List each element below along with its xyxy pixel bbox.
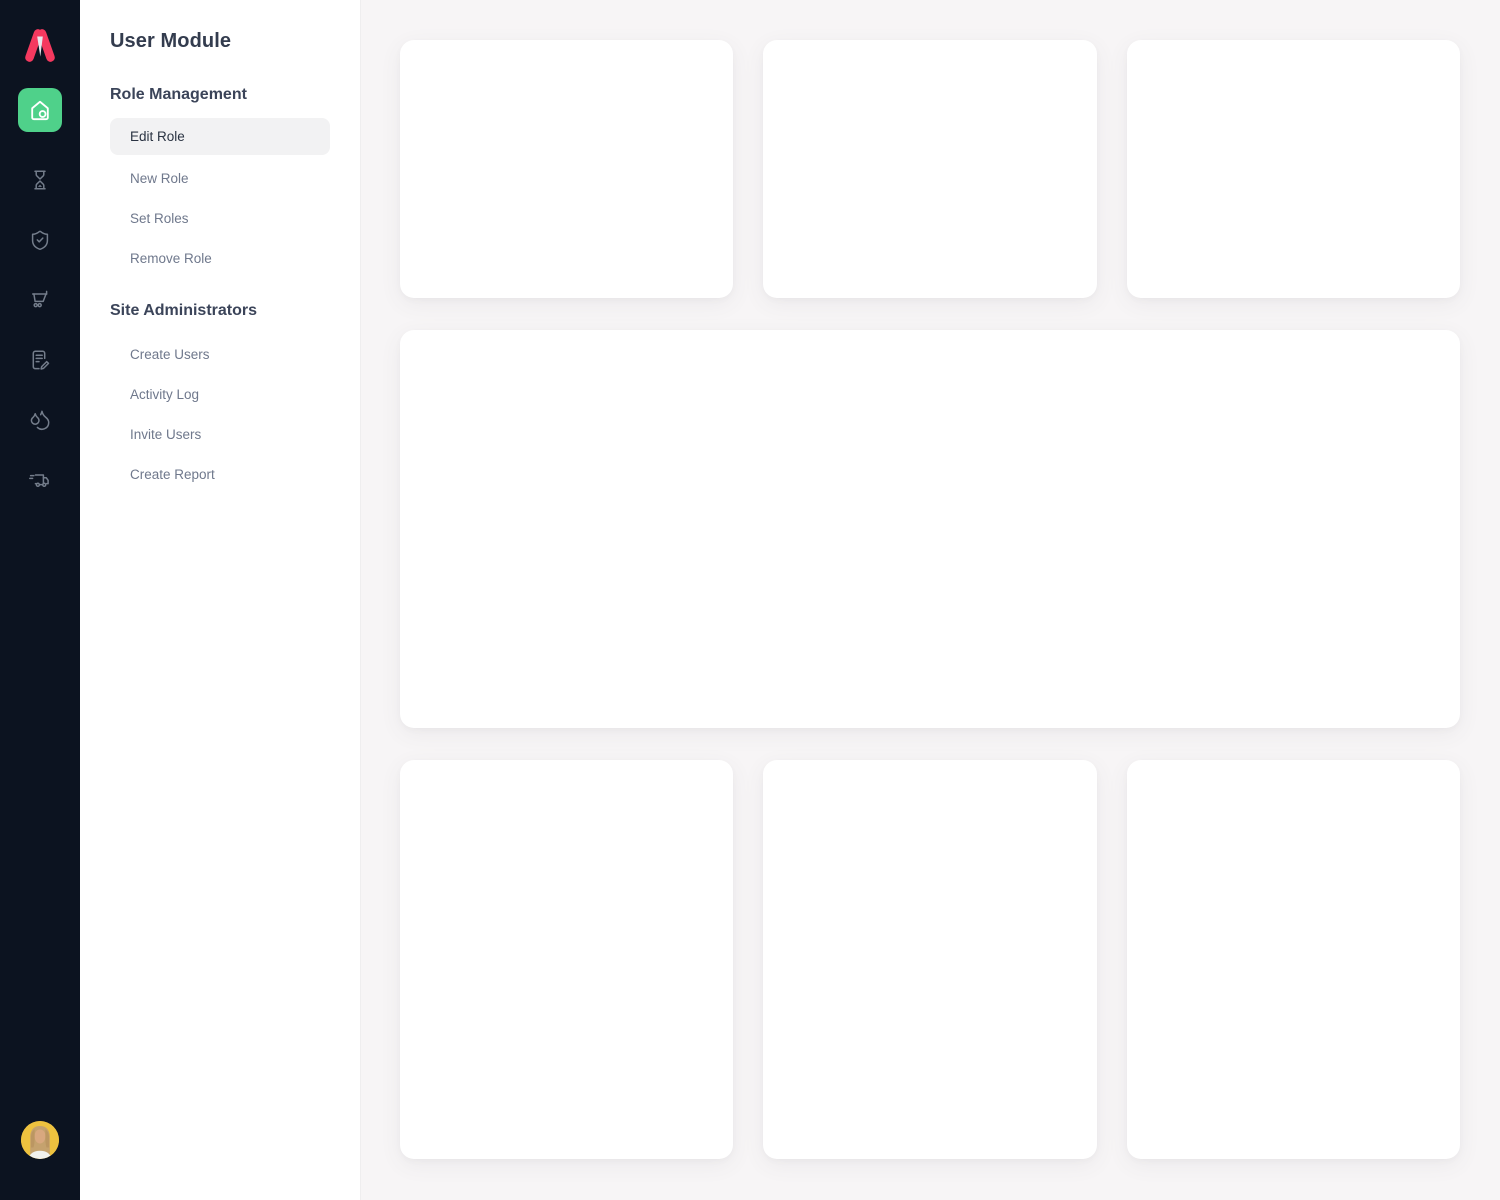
page-title: User Module	[110, 30, 330, 53]
section-heading-site-administrators: Site Administrators	[110, 302, 330, 320]
brand-logo[interactable]	[18, 23, 62, 67]
sidebar-item-edit-role[interactable]: Edit Role	[110, 118, 330, 155]
main-content	[360, 0, 1500, 1200]
nav-shield-button[interactable]	[28, 228, 52, 252]
section-heading-role-management: Role Management	[110, 86, 330, 104]
sidebar-item-create-report[interactable]: Create Report	[110, 454, 330, 494]
nav-document-button[interactable]	[28, 348, 52, 372]
droplets-icon	[28, 408, 52, 432]
secondary-sidebar: User Module Role Management Edit Role Ne…	[80, 0, 360, 1200]
brand-logo-icon	[18, 23, 62, 67]
user-avatar[interactable]	[21, 1121, 59, 1159]
icon-rail	[0, 0, 80, 1200]
sidebar-item-new-role[interactable]: New Role	[110, 158, 330, 198]
site-administrators-list: Create Users Activity Log Invite Users C…	[110, 334, 330, 494]
sidebar-item-set-roles[interactable]: Set Roles	[110, 198, 330, 238]
placeholder-card-top-3	[1127, 40, 1460, 298]
placeholder-card-bottom-2	[763, 760, 1096, 1159]
nav-hourglass-button[interactable]	[28, 168, 52, 192]
nav-droplets-button[interactable]	[28, 408, 52, 432]
user-avatar-photo	[21, 1147, 59, 1159]
card-grid	[400, 40, 1460, 1159]
sidebar-item-remove-role[interactable]: Remove Role	[110, 238, 330, 278]
hourglass-icon	[28, 168, 52, 192]
nav-home-button[interactable]	[18, 88, 62, 132]
placeholder-card-bottom-3	[1127, 760, 1460, 1159]
placeholder-card-bottom-1	[400, 760, 733, 1159]
sidebar-item-activity-log[interactable]: Activity Log	[110, 374, 330, 414]
role-management-list: Edit Role New Role Set Roles Remove Role	[110, 118, 330, 278]
delivery-truck-icon	[28, 468, 52, 492]
document-edit-icon	[28, 348, 52, 372]
nav-cart-button[interactable]	[28, 288, 52, 312]
shopping-cart-icon	[28, 288, 52, 312]
sidebar-item-create-users[interactable]: Create Users	[110, 334, 330, 374]
nav-truck-button[interactable]	[28, 468, 52, 492]
placeholder-card-top-1	[400, 40, 733, 298]
shield-check-icon	[28, 228, 52, 252]
placeholder-card-featured	[400, 330, 1460, 728]
home-icon	[27, 97, 53, 123]
placeholder-card-top-2	[763, 40, 1096, 298]
sidebar-item-invite-users[interactable]: Invite Users	[110, 414, 330, 454]
